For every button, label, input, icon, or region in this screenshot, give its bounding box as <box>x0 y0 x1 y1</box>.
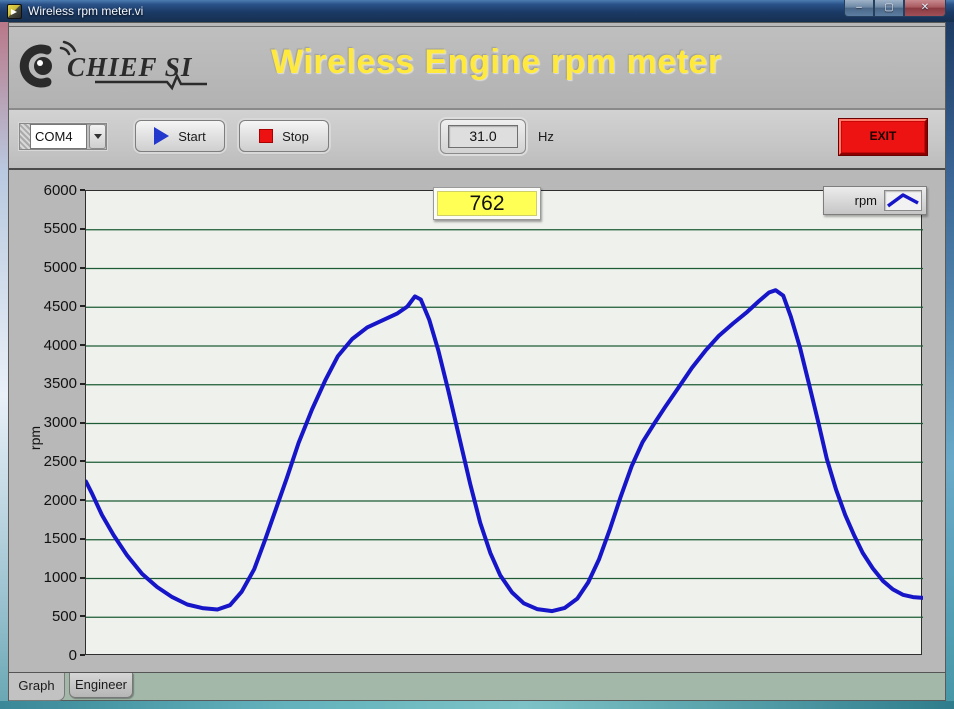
start-button-label: Start <box>178 129 205 144</box>
window-titlebar: Wireless rpm meter.vi – ▢ ✕ <box>0 0 954 22</box>
y-tick-label: 3500 <box>44 375 77 392</box>
legend-line-sample[interactable] <box>884 190 922 211</box>
frequency-control[interactable]: 31.0 <box>440 119 526 154</box>
y-tick-label: 1500 <box>44 530 77 547</box>
rpm-value-text: 762 <box>437 191 537 216</box>
y-axis-tick: 5500 <box>9 220 85 238</box>
window-frame-left <box>0 22 8 701</box>
y-axis-tick: 4000 <box>9 336 85 354</box>
tab-graph[interactable]: Graph <box>9 673 65 701</box>
com-port-combo[interactable]: COM4 <box>19 123 107 150</box>
front-panel: CHIEF SI Wireless Engine rpm meter COM4 … <box>8 22 946 701</box>
header-banner: CHIEF SI Wireless Engine rpm meter <box>9 26 945 110</box>
stop-button[interactable]: Stop <box>239 120 329 152</box>
stop-button-label: Stop <box>282 129 309 144</box>
y-axis-tick: 6000 <box>9 181 85 199</box>
window-title: Wireless rpm meter.vi <box>28 4 143 18</box>
chevron-down-icon <box>94 134 102 139</box>
y-axis-tick: 0 <box>9 646 85 664</box>
y-axis-tick: 3000 <box>9 414 85 432</box>
y-tick-label: 1000 <box>44 569 77 586</box>
tab-strip: Graph Engineer <box>9 672 945 700</box>
y-axis-tick: 1500 <box>9 530 85 548</box>
rpm-value-indicator: 762 <box>433 187 541 220</box>
com-port-value[interactable]: COM4 <box>30 124 87 149</box>
y-axis-tick: 4500 <box>9 297 85 315</box>
plot-area <box>85 190 922 655</box>
close-button[interactable]: ✕ <box>904 0 946 17</box>
y-tick-label: 4500 <box>44 298 77 315</box>
stop-icon <box>259 129 273 143</box>
y-axis-tick: 3500 <box>9 375 85 393</box>
labview-app-icon <box>7 4 22 19</box>
y-axis-title: rpm <box>27 426 43 450</box>
y-axis-tick: 1000 <box>9 569 85 587</box>
y-tick-label: 2500 <box>44 453 77 470</box>
toolbar: COM4 Start Stop 31.0 Hz EXIT <box>9 110 945 170</box>
com-port-dropdown-button[interactable] <box>89 124 106 149</box>
y-axis-tick: 5000 <box>9 259 85 277</box>
tab-engineer[interactable]: Engineer <box>69 673 133 698</box>
y-tick-label: 3000 <box>44 414 77 431</box>
y-axis: 0500100015002000250030003500400045005000… <box>9 190 85 655</box>
exit-button[interactable]: EXIT <box>839 119 927 155</box>
legend-label: rpm <box>855 193 877 208</box>
io-terminal-icon <box>20 124 30 149</box>
y-tick-label: 4000 <box>44 337 77 354</box>
play-icon <box>154 127 169 145</box>
y-tick-label: 2000 <box>44 492 77 509</box>
window-controls: – ▢ ✕ <box>844 0 946 17</box>
maximize-button[interactable]: ▢ <box>874 0 904 17</box>
waveform-chart: 0 500 1000 1500 2000 2500 3000 3500 4000 4500 5000… <box>9 172 945 672</box>
minimize-button[interactable]: – <box>844 0 874 17</box>
y-tick-label: 5000 <box>44 259 77 276</box>
y-tick-label: 6000 <box>44 182 77 199</box>
start-button[interactable]: Start <box>135 120 225 152</box>
rpm-curve <box>86 191 923 656</box>
window-frame-right <box>946 22 954 701</box>
frequency-value[interactable]: 31.0 <box>448 125 518 148</box>
app-window: Wireless rpm meter.vi – ▢ ✕ CHIEF SI <box>0 0 954 709</box>
plot-legend[interactable]: rpm <box>823 186 927 215</box>
chief-si-logo: CHIEF SI <box>17 36 213 100</box>
window-frame-bottom <box>0 701 954 709</box>
svg-text:CHIEF SI: CHIEF SI <box>67 52 193 82</box>
y-tick-label: 5500 <box>44 220 77 237</box>
y-tick-label: 500 <box>52 608 77 625</box>
y-axis-tick: 500 <box>9 607 85 625</box>
y-axis-tick: 2000 <box>9 491 85 509</box>
y-tick-label: 0 <box>69 647 77 664</box>
frequency-unit-label: Hz <box>538 129 554 144</box>
page-title: Wireless Engine rpm meter <box>271 43 771 82</box>
legend-chevron-icon <box>885 191 921 210</box>
y-axis-tick: 2500 <box>9 452 85 470</box>
rpm-series-line <box>86 290 923 611</box>
